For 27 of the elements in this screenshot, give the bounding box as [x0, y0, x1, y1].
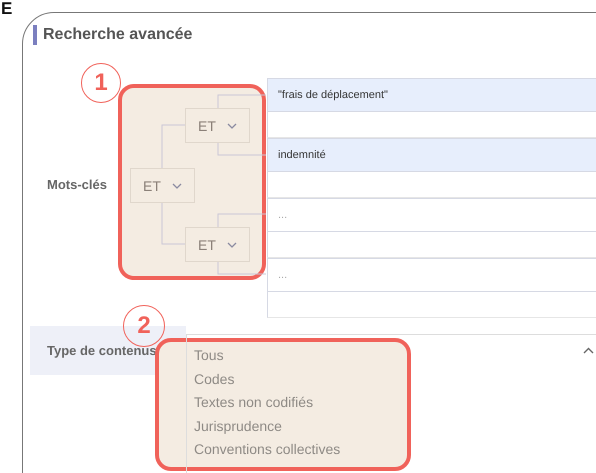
connector-line — [218, 214, 266, 228]
operator-dropdown[interactable]: ET — [185, 108, 250, 143]
dropdown-option[interactable]: Textes non codifiés — [187, 391, 596, 414]
callout-number: 1 — [81, 63, 121, 103]
panel-title: Recherche avancée — [33, 25, 192, 45]
dropdown-option[interactable]: Jurisprudence — [187, 414, 596, 438]
operator-dropdown[interactable]: ET — [185, 227, 250, 262]
caret-icon — [227, 242, 237, 248]
dropdown-option[interactable]: Codes — [187, 368, 596, 391]
callout-number: 2 — [123, 305, 165, 347]
keywords-label: Mots-clés — [47, 177, 107, 192]
keyword-field[interactable]: indemnité — [267, 138, 596, 172]
keyword-field[interactable]: ... — [267, 258, 596, 292]
content-type-dropdown[interactable]: Tous Codes Textes non codifiés Jurisprudence Conventions collectives — [186, 334, 596, 473]
keyword-field[interactable]: "frais de déplacement" — [267, 78, 596, 112]
connector-line — [218, 262, 266, 274]
dropdown-option[interactable]: Conventions collectives — [187, 438, 596, 462]
figure-label: E — [1, 0, 12, 17]
keyword-field[interactable]: ... — [267, 198, 596, 232]
operator-dropdown[interactable]: ET — [130, 168, 195, 203]
connector-line — [218, 142, 266, 156]
caret-icon — [172, 182, 182, 188]
caret-icon — [227, 122, 237, 128]
connector-line — [162, 124, 186, 168]
connector-line — [162, 202, 186, 244]
connector-line — [218, 94, 266, 108]
dropdown-option[interactable]: Tous — [187, 344, 596, 368]
